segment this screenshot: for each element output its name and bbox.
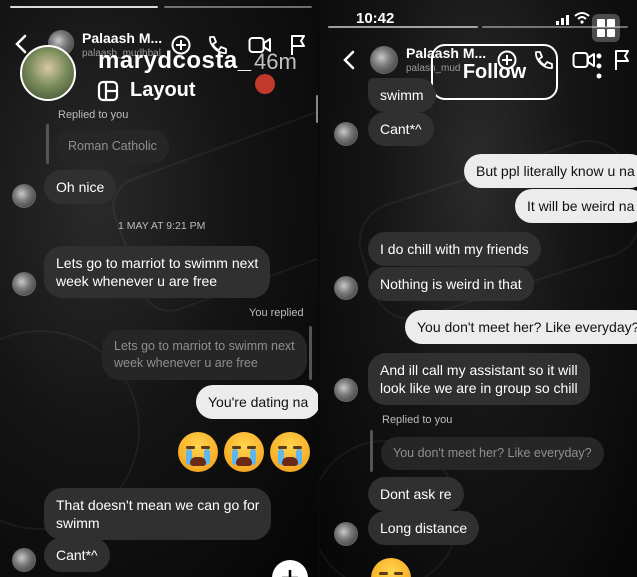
quoted-message[interactable]: You don't meet her? Like everyday? [381,437,604,470]
message-dating[interactable]: You're dating na [196,385,318,419]
quote-bar [309,326,312,380]
crying-emoji-icon[interactable] [178,432,218,472]
crying-emoji-icon[interactable] [270,432,310,472]
message-nothing-weird[interactable]: Nothing is weird in that [368,267,534,301]
story-username[interactable]: marydcosta_ [98,47,252,75]
contact-avatar[interactable] [370,46,398,74]
message-long-distance[interactable]: Long distance [368,511,480,545]
back-chevron-icon[interactable] [342,50,356,75]
heart-reaction-icon[interactable] [255,74,275,94]
quoted-line: Lets go to marriot to swimm next [114,339,295,353]
sender-avatar[interactable] [12,184,36,208]
follow-button[interactable]: Follow [431,44,558,100]
message-ppl-know[interactable]: But ppl literally know u na [464,154,637,188]
message-chill[interactable]: I do chill with my friends [368,232,541,266]
message-assistant[interactable]: And ill call my assistant so it will loo… [368,353,590,405]
replied-to-you-label: Replied to you [58,109,129,121]
quoted-reply[interactable]: Lets go to marriot to swimm next week wh… [102,330,307,380]
message-weird[interactable]: It will be weird na [515,189,637,223]
story-progress-1 [10,6,158,8]
wifi-icon [574,11,590,30]
message-lets-go[interactable]: Lets go to marriot to swimm next week wh… [44,246,271,298]
more-options-icon[interactable] [596,52,602,85]
sender-avatar[interactable] [334,378,358,402]
story-progress-2 [164,6,312,8]
contact-name[interactable]: Palaash M... [82,30,162,46]
add-button[interactable] [272,560,308,577]
left-chat-screen: Palaash M... palaash_mudhbal marydcosta_… [0,0,318,577]
story-progress-1 [328,26,478,28]
sender-avatar[interactable] [334,522,358,546]
crying-emoji-icon[interactable] [224,432,264,472]
signal-icon [556,12,574,30]
story-timestamp: 46m [254,49,297,74]
message-line: week whenever u are free [56,273,218,289]
message-doesnt-mean[interactable]: That doesn't mean we can go for swimm [44,488,272,540]
sender-avatar[interactable] [334,122,358,146]
layout-label[interactable]: Layout [130,79,196,102]
sender-avatar[interactable] [334,276,358,300]
status-bar-time: 10:42 [356,10,395,27]
sender-avatar[interactable] [12,272,36,296]
quote-bar [370,430,373,472]
message-cant[interactable]: Cant*^ [368,112,434,146]
message-line: And ill call my assistant so it will [380,362,578,378]
video-call-icon[interactable] [572,51,596,74]
story-profile-picture[interactable] [20,45,76,101]
quoted-message[interactable]: Roman Catholic [56,130,169,163]
message-dont-meet[interactable]: You don't meet her? Like everyday? [405,310,637,344]
sender-avatar[interactable] [12,548,36,572]
flag-icon[interactable] [614,49,630,76]
quote-bar [46,124,49,164]
message-swimm[interactable]: swimm [368,78,436,112]
quoted-line: week whenever u are free [114,356,258,370]
layout-icon[interactable] [97,80,119,107]
you-replied-label: You replied [249,307,304,319]
plus-icon [282,570,298,577]
message-line: look like we are in group so chill [380,380,578,396]
right-chat-screen: 10:42 Palaash M... palash_mud Follow swi… [320,0,637,577]
message-line: Lets go to marriot to swimm next [56,255,259,271]
message-line: That doesn't mean we can go for [56,497,260,513]
message-oh-nice[interactable]: Oh nice [44,170,117,204]
message-cant[interactable]: Cant*^ [44,538,110,572]
menu-grid-icon[interactable] [592,14,620,47]
replied-to-you-label: Replied to you [382,414,453,426]
message-line: swimm [56,515,100,531]
message-dont-ask[interactable]: Dont ask re [368,477,464,511]
date-separator: 1 MAY AT 9:21 PM [118,220,206,232]
